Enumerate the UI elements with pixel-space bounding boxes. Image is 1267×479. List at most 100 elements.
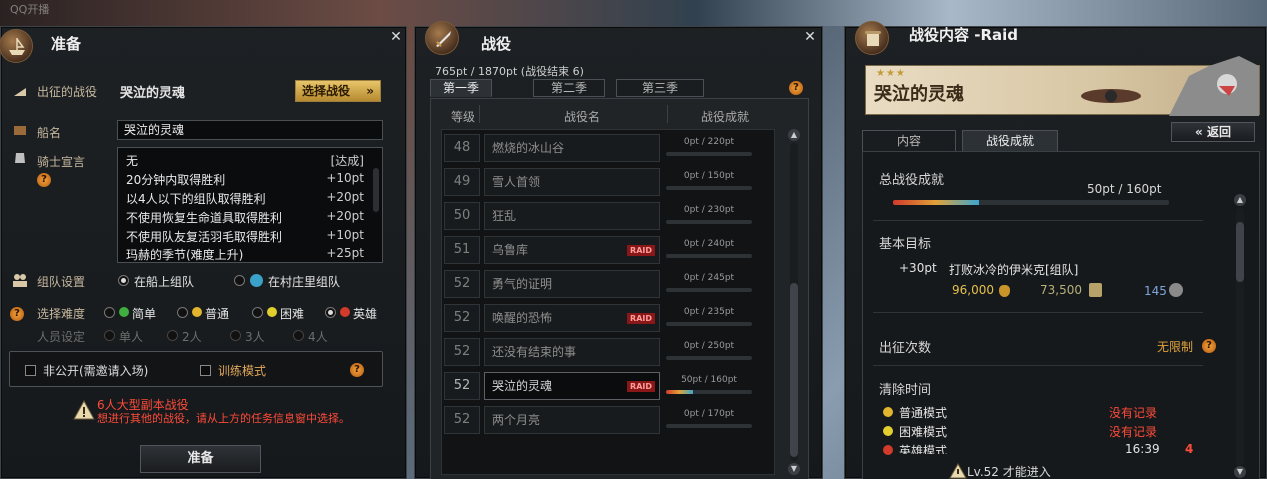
clear-extra-hero: 4: [1185, 442, 1194, 454]
row-progress-bar: [666, 288, 752, 292]
row-name[interactable]: 乌鲁库 RAID: [484, 236, 660, 264]
campaign-row[interactable]: 52 还没有结束的事 0pt / 250pt: [444, 338, 752, 366]
members-3-radio[interactable]: [230, 330, 241, 341]
party-ship-radio[interactable]: [118, 275, 129, 286]
row-achievement-text: 0pt / 220pt: [683, 137, 735, 147]
row-progress-bar: [666, 356, 752, 360]
back-label: 返回: [1206, 125, 1231, 139]
row-name[interactable]: 勇气的证明: [484, 270, 660, 298]
scroll-emblem-icon: [855, 21, 889, 55]
divider: [873, 220, 1203, 221]
private-label: 非公开(需邀请入场): [43, 364, 149, 378]
difficulty-hero-radio[interactable]: [325, 307, 336, 318]
row-achievement-text: 0pt / 230pt: [683, 205, 735, 215]
oath-item[interactable]: 不使用队友复活羽毛取得胜利 +10pt: [126, 228, 368, 247]
scroll-up-icon[interactable]: ▲: [788, 129, 800, 141]
campaign-row[interactable]: 52 两个月亮 0pt / 170pt: [444, 406, 752, 434]
row-achievement: 0pt / 235pt: [666, 304, 752, 332]
row-name-text: 勇气的证明: [492, 277, 553, 291]
party-village-radio[interactable]: [234, 275, 245, 286]
raid-badge: RAID: [627, 313, 655, 324]
members-2-radio[interactable]: [167, 330, 178, 341]
row-name[interactable]: 还没有结束的事: [484, 338, 660, 366]
knight-glove-icon: [11, 149, 29, 167]
row-name-text: 两个月亮: [492, 413, 541, 427]
row-progress-bar: [666, 322, 752, 326]
scroll-thumb[interactable]: [1236, 222, 1244, 282]
row-name[interactable]: 燃烧的冰山谷: [484, 134, 660, 162]
row-name[interactable]: 唤醒的恐怖 RAID: [484, 304, 660, 332]
party-village-label: 在村庄里组队: [268, 275, 341, 289]
oath-item[interactable]: 玛赫的季节(难度上升) +25pt: [126, 246, 368, 265]
back-button[interactable]: « 返回: [1171, 122, 1255, 142]
row-achievement-text: 0pt / 235pt: [683, 307, 735, 317]
difficulty-hard-radio[interactable]: [252, 307, 263, 318]
row-name[interactable]: 两个月亮: [484, 406, 660, 434]
difficulty-normal-radio[interactable]: [177, 307, 188, 318]
campaign-row[interactable]: 48 燃烧的冰山谷 0pt / 220pt: [444, 134, 752, 162]
help-icon[interactable]: ?: [37, 173, 51, 187]
tab-season-3[interactable]: 第三季: [616, 79, 704, 97]
members-1-label: 单人: [119, 330, 144, 344]
basic-goal-label: 基本目标: [879, 237, 932, 252]
difficulty-easy-radio[interactable]: [104, 307, 115, 318]
detail-scrollbar[interactable]: ▲ ▼: [1232, 194, 1248, 479]
members-4-radio[interactable]: [293, 330, 304, 341]
campaign-label: 出征的战役: [37, 85, 98, 99]
scroll-down-icon[interactable]: ▼: [788, 463, 800, 475]
party-icon: [11, 271, 29, 289]
campaign-help-icon[interactable]: ?: [789, 81, 803, 95]
row-achievement-text: 0pt / 150pt: [683, 171, 735, 181]
row-name[interactable]: 雪人首领: [484, 168, 660, 196]
oath-item[interactable]: 以4人以下的组队取得胜利 +20pt: [126, 190, 368, 209]
row-progress-bar: [666, 424, 752, 428]
row-achievement-text: 0pt / 170pt: [683, 409, 735, 419]
row-name-text: 乌鲁库: [492, 243, 529, 257]
options-help-icon[interactable]: ?: [350, 363, 364, 377]
scroll-track[interactable]: [790, 143, 798, 461]
close-icon[interactable]: ✕: [389, 30, 403, 44]
scroll-down-icon[interactable]: ▼: [1234, 466, 1246, 478]
oath-list: 无 [达成] 20分钟内取得胜利 +10pt 以4人以下的组队取得胜利 +20pt 不…: [117, 147, 383, 263]
double-left-arrow-icon: «: [1195, 125, 1203, 139]
sortie-help-icon[interactable]: ?: [1202, 339, 1216, 353]
tab-season-2[interactable]: 第二季: [533, 79, 605, 97]
select-campaign-button[interactable]: 选择战役 »: [295, 80, 381, 102]
ship-name-input[interactable]: 哭泣的灵魂: [117, 120, 383, 140]
background-text: QQ开播: [10, 3, 50, 16]
ready-button[interactable]: 准备: [140, 445, 261, 473]
row-name[interactable]: 哭泣的灵魂 RAID: [484, 372, 660, 400]
difficulty-help-icon[interactable]: ?: [10, 307, 24, 321]
clear-value-normal: 没有记录: [1109, 406, 1158, 420]
campaign-row[interactable]: 52 勇气的证明 0pt / 245pt: [444, 270, 752, 298]
oath-item[interactable]: 无 [达成]: [126, 152, 368, 171]
row-level: 52: [444, 270, 480, 298]
campaign-banner: ★★★ 哭泣的灵魂: [865, 56, 1260, 116]
double-arrow-icon: »: [366, 84, 374, 98]
tab-content[interactable]: 内容: [862, 130, 956, 152]
private-checkbox[interactable]: [25, 365, 36, 376]
scroll-up-icon[interactable]: ▲: [1234, 194, 1246, 206]
campaign-row[interactable]: 51 乌鲁库 RAID 0pt / 240pt: [444, 236, 752, 264]
campaign-scrollbar[interactable]: ▲ ▼: [786, 129, 802, 475]
row-name[interactable]: 狂乱: [484, 202, 660, 230]
oath-scrollbar[interactable]: [373, 168, 379, 212]
scroll-track[interactable]: [1236, 208, 1244, 466]
close-icon[interactable]: ✕: [803, 30, 817, 44]
oath-item[interactable]: 20分钟内取得胜利 +10pt: [126, 171, 368, 190]
members-label: 人员设定: [37, 330, 86, 344]
members-1-radio[interactable]: [104, 330, 115, 341]
row-achievement-text: 50pt / 160pt: [681, 375, 737, 385]
campaign-row[interactable]: 50 狂乱 0pt / 230pt: [444, 202, 752, 230]
campaign-list: 48 燃烧的冰山谷 0pt / 220pt 49 雪人首领 0pt / 150pt 50 狂乱…: [441, 129, 775, 475]
training-checkbox[interactable]: [200, 365, 211, 376]
tab-season-1[interactable]: 第一季: [430, 79, 492, 97]
campaign-row[interactable]: 49 雪人首领 0pt / 150pt: [444, 168, 752, 196]
party-label: 组队设置: [37, 275, 86, 289]
tab-achievement[interactable]: 战役成就: [962, 130, 1058, 152]
campaign-row[interactable]: 52 哭泣的灵魂 RAID 50pt / 160pt: [444, 372, 752, 400]
oath-item[interactable]: 不使用恢复生命道具取得胜利 +20pt: [126, 209, 368, 228]
campaign-row[interactable]: 52 唤醒的恐怖 RAID 0pt / 235pt: [444, 304, 752, 332]
scroll-thumb[interactable]: [790, 283, 798, 457]
clear-mode-hard: 困难模式: [899, 425, 948, 439]
